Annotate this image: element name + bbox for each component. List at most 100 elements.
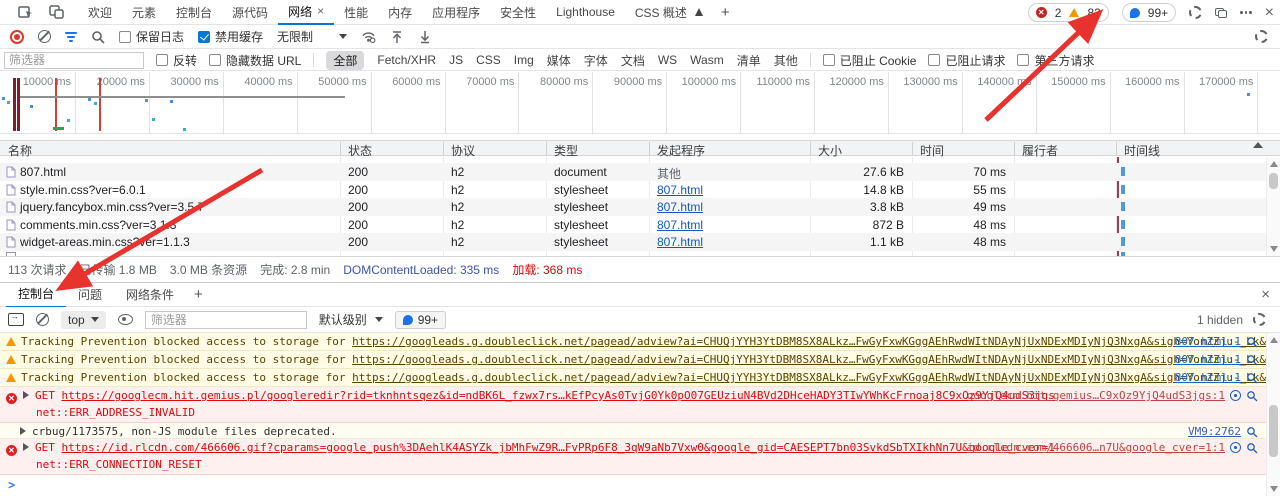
tab-console[interactable]: 控制台 bbox=[166, 0, 222, 24]
filter-type-font[interactable]: 字体 bbox=[584, 52, 608, 69]
info-icon[interactable] bbox=[1230, 390, 1241, 401]
source-link[interactable]: VM9:2762 bbox=[1188, 425, 1241, 438]
drawer-tab-console[interactable]: 控制台 bbox=[6, 282, 66, 308]
tab-security[interactable]: 安全性 bbox=[490, 0, 546, 24]
tab-performance[interactable]: 性能 bbox=[334, 0, 378, 24]
source-link[interactable]: id.rlcdn.com/466606…n7U&google_cver=1:1 bbox=[967, 441, 1225, 454]
table-row[interactable]: jquery.fancybox.min.css?ver=3.5.7200h2st… bbox=[0, 198, 1280, 216]
close-drawer-icon[interactable]: × bbox=[1261, 286, 1270, 303]
request-initiator[interactable]: 807.html bbox=[657, 218, 703, 232]
console-warning-row[interactable]: Tracking Prevention blocked access to st… bbox=[0, 351, 1280, 369]
close-tab-icon[interactable]: × bbox=[317, 5, 324, 17]
messages-counter[interactable]: 99+ bbox=[1122, 3, 1176, 22]
table-scrollbar[interactable] bbox=[1266, 157, 1280, 256]
search-icon[interactable] bbox=[91, 30, 105, 44]
tab-sources[interactable]: 源代码 bbox=[222, 0, 278, 24]
filter-type-doc[interactable]: 文档 bbox=[621, 52, 645, 69]
add-drawer-tab-button[interactable]: + bbox=[186, 286, 211, 303]
scroll-up-icon[interactable] bbox=[1270, 337, 1278, 343]
blocked-cookies-checkbox[interactable]: 已阻止 Cookie bbox=[823, 52, 917, 69]
tab-elements[interactable]: 元素 bbox=[122, 0, 166, 24]
request-initiator[interactable]: 其他 bbox=[657, 165, 681, 182]
filter-type-css[interactable]: CSS bbox=[476, 53, 501, 67]
preserve-log-checkbox[interactable]: 保留日志 bbox=[119, 28, 184, 45]
tab-application[interactable]: 应用程序 bbox=[422, 0, 490, 24]
throttling-select[interactable]: 无限制 bbox=[277, 28, 347, 45]
issues-counter[interactable]: ✕ 2 82 bbox=[1028, 3, 1109, 22]
console-scrollbar[interactable] bbox=[1266, 333, 1280, 496]
more-options-icon[interactable] bbox=[1240, 11, 1252, 14]
console-warning-row[interactable]: Tracking Prevention blocked access to st… bbox=[0, 333, 1280, 351]
tab-memory[interactable]: 内存 bbox=[378, 0, 422, 24]
drawer-tab-issues[interactable]: 问题 bbox=[66, 283, 114, 307]
feedback-icon[interactable] bbox=[1215, 8, 1227, 18]
filter-type-all[interactable]: 全部 bbox=[326, 51, 364, 70]
clear-icon[interactable] bbox=[38, 30, 51, 43]
network-filter-input[interactable] bbox=[4, 52, 144, 69]
scroll-down-icon[interactable] bbox=[1270, 486, 1278, 492]
tab-lighthouse[interactable]: Lighthouse bbox=[546, 0, 625, 24]
message-url-link[interactable]: https://googleads.g.doubleclick.net/page… bbox=[352, 353, 1280, 366]
request-name[interactable]: 807.html bbox=[20, 165, 66, 179]
source-link[interactable]: googlecm.hit.gemius…C9xOz9YjQ4udS3jgs:1 bbox=[967, 389, 1225, 402]
filter-type-xhr[interactable]: Fetch/XHR bbox=[377, 53, 436, 67]
tab-css-overview[interactable]: CSS 概述 bbox=[625, 0, 713, 24]
tab-network[interactable]: 网络× bbox=[278, 0, 334, 25]
console-filter-input[interactable] bbox=[145, 311, 307, 329]
source-link[interactable]: 807.html:1 bbox=[1175, 371, 1241, 384]
message-url-link[interactable]: https://googleads.g.doubleclick.net/page… bbox=[352, 335, 1280, 348]
scroll-up-icon[interactable] bbox=[1270, 161, 1278, 167]
invert-checkbox[interactable]: 反转 bbox=[156, 52, 197, 69]
console-error-row[interactable]: ✕GET https://googlecm.hit.gemius.pl/goog… bbox=[0, 387, 1280, 423]
expand-icon[interactable] bbox=[23, 391, 29, 399]
console-info-row[interactable]: crbug/1173575, non-JS module files depre… bbox=[0, 423, 1280, 439]
table-row[interactable]: 807.html200h2document其他27.6 kB70 ms bbox=[0, 163, 1280, 181]
record-icon[interactable] bbox=[10, 30, 24, 44]
info-icon[interactable] bbox=[1230, 442, 1241, 453]
source-link[interactable]: 807.html:1 bbox=[1175, 335, 1241, 348]
request-name[interactable]: jquery.fancybox.min.css?ver=3.5.7 bbox=[20, 200, 204, 214]
device-emulation-icon[interactable] bbox=[18, 5, 33, 19]
scrollbar-thumb[interactable] bbox=[1269, 173, 1278, 189]
clear-console-icon[interactable] bbox=[36, 313, 49, 326]
message-url-link[interactable]: https://id.rlcdn.com/466606.gif?cparams=… bbox=[62, 441, 1055, 454]
console-error-row[interactable]: ✕GET https://id.rlcdn.com/466606.gif?cpa… bbox=[0, 439, 1280, 475]
filter-icon[interactable] bbox=[65, 32, 77, 42]
console-prompt[interactable]: > bbox=[0, 475, 1280, 495]
console-warning-row[interactable]: Tracking Prevention blocked access to st… bbox=[0, 369, 1280, 387]
request-initiator[interactable]: 807.html bbox=[657, 235, 703, 249]
hide-data-urls-checkbox[interactable]: 隐藏数据 URL bbox=[209, 52, 301, 69]
table-row[interactable]: style.min.css?ver=6.0.1200h2stylesheet80… bbox=[0, 181, 1280, 199]
source-link[interactable]: 807.html:1 bbox=[1175, 353, 1241, 366]
network-conditions-icon[interactable] bbox=[361, 31, 376, 43]
network-settings-gear-icon[interactable] bbox=[1255, 30, 1268, 43]
table-row[interactable]: widget-areas.min.css?ver=1.1.3200h2style… bbox=[0, 233, 1280, 251]
context-selector[interactable]: top bbox=[61, 311, 106, 329]
import-har-icon[interactable] bbox=[390, 30, 404, 44]
settings-gear-icon[interactable] bbox=[1189, 6, 1202, 19]
expand-icon[interactable] bbox=[23, 443, 29, 451]
request-initiator[interactable]: 807.html bbox=[657, 200, 703, 214]
filter-type-img[interactable]: Img bbox=[514, 53, 534, 67]
request-name[interactable]: style.min.css?ver=6.0.1 bbox=[20, 183, 146, 197]
filter-type-other[interactable]: 其他 bbox=[774, 52, 798, 69]
filter-type-ws[interactable]: WS bbox=[658, 53, 677, 67]
filter-type-wasm[interactable]: Wasm bbox=[690, 53, 724, 67]
export-har-icon[interactable] bbox=[418, 30, 432, 44]
request-name[interactable]: widget-areas.min.css?ver=1.1.3 bbox=[20, 235, 190, 249]
overview-ruler[interactable]: 10000 ms20000 ms30000 ms40000 ms50000 ms… bbox=[0, 72, 1280, 134]
scrollbar-thumb[interactable] bbox=[1269, 405, 1278, 457]
close-devtools-icon[interactable]: × bbox=[1265, 5, 1274, 21]
blocked-requests-checkbox[interactable]: 已阻止请求 bbox=[928, 52, 1005, 69]
message-url-link[interactable]: https://googlecm.hit.gemius.pl/googlered… bbox=[62, 389, 1055, 402]
add-tab-button[interactable]: + bbox=[713, 4, 738, 21]
request-initiator[interactable]: 807.html bbox=[657, 183, 703, 197]
dock-side-icon[interactable] bbox=[49, 5, 64, 19]
filter-type-media[interactable]: 媒体 bbox=[547, 52, 571, 69]
tab-welcome[interactable]: 欢迎 bbox=[78, 0, 122, 24]
filter-type-js[interactable]: JS bbox=[449, 53, 463, 67]
console-settings-gear-icon[interactable] bbox=[1253, 313, 1266, 326]
console-message-counter[interactable]: 99+ bbox=[395, 311, 446, 329]
request-name[interactable]: comments.min.css?ver=3.1.3 bbox=[20, 218, 176, 232]
expand-icon[interactable] bbox=[20, 427, 26, 435]
